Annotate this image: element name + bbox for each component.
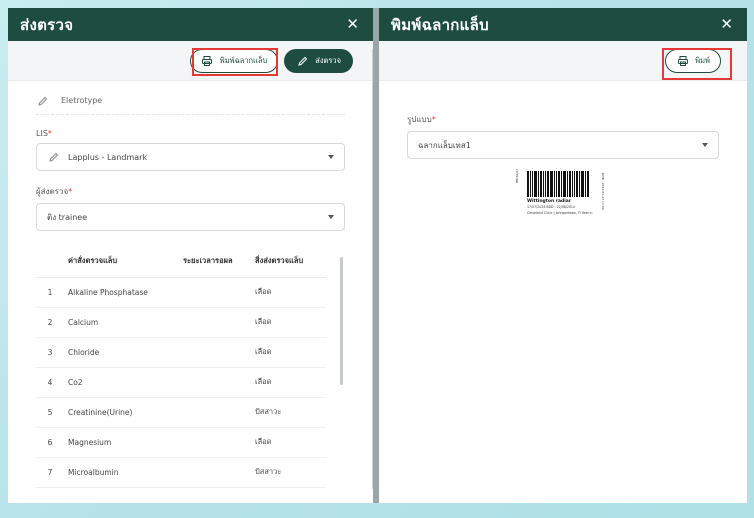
table-row[interactable]: 5 Creatinine(Urine) ปัสสาวะ bbox=[36, 397, 326, 428]
printer-icon bbox=[676, 54, 689, 67]
format-value: ฉลากแล็บเทส1 bbox=[418, 140, 471, 150]
print-label-dialog: พิมพ์ฉลากแล็บ ✕ พิมพ์ รูปแบบ* ฉลากแล็บเท… bbox=[379, 8, 747, 503]
table-row[interactable]: 3 Chloride เลือด bbox=[36, 337, 326, 368]
table-row[interactable]: 4 Co2 เลือด bbox=[36, 367, 326, 398]
close-icon[interactable]: ✕ bbox=[720, 17, 733, 32]
dialog-body: Eletrotype LIS* Lapplus - Landmark ผู้ส่… bbox=[8, 81, 373, 503]
label-side-right: DOB : 2023-07-23 11:00 bbox=[601, 173, 605, 210]
sender-label: ผู้ส่งตรวจ* bbox=[36, 187, 73, 196]
column-header: ค่าสั่งตรวจแล็บ bbox=[64, 245, 179, 278]
close-icon[interactable]: ✕ bbox=[346, 17, 359, 32]
table-row[interactable]: 7 Microalbumin ปัสสาวะ bbox=[36, 457, 326, 488]
lis-label: LIS* bbox=[36, 129, 52, 138]
label-preview: HN 60/23 Wittington radiar 17/07/2024 BD… bbox=[407, 168, 719, 223]
format-select[interactable]: ฉลากแล็บเทส1 bbox=[407, 131, 719, 159]
table-row[interactable]: 1 Alkaline Phosphatase เลือด bbox=[36, 277, 326, 308]
print-button[interactable]: พิมพ์ bbox=[665, 48, 721, 73]
dialog-header: ส่งตรวจ ✕ bbox=[8, 8, 373, 41]
dialog-title: ส่งตรวจ bbox=[20, 15, 74, 34]
specimen-type-value: Eletrotype bbox=[61, 96, 103, 105]
specimen-type-row: Eletrotype bbox=[36, 93, 345, 115]
send-lab-text: ส่งตรวจ bbox=[315, 55, 341, 65]
pen-icon bbox=[36, 94, 49, 107]
pen-icon bbox=[47, 151, 60, 164]
barcode bbox=[527, 171, 589, 197]
column-header: สิ่งส่งตรวจแล็บ bbox=[251, 245, 326, 278]
print-text: พิมพ์ bbox=[695, 55, 710, 65]
label-side-left: HN 60/23 bbox=[515, 168, 519, 183]
table-row[interactable]: 2 Calcium เลือด bbox=[36, 307, 326, 338]
dialog-toolbar: พิมพ์ bbox=[379, 41, 747, 81]
dialog-header: พิมพ์ฉลากแล็บ ✕ bbox=[379, 8, 747, 41]
label-patient-name: Wittington radiar bbox=[527, 199, 572, 204]
lis-select[interactable]: Lapplus - Landmark bbox=[36, 143, 345, 171]
lis-value: Lapplus - Landmark bbox=[68, 152, 148, 162]
table-scrollbar[interactable] bbox=[340, 257, 343, 385]
dialog-body: รูปแบบ* ฉลากแล็บเทส1 HN 60/23 Wittington… bbox=[379, 81, 747, 223]
print-lab-label-button[interactable]: พิมพ์ฉลากแล็บ bbox=[189, 48, 279, 73]
table-row[interactable]: 6 Magnesium เลือด bbox=[36, 427, 326, 458]
lab-order-table: ค่าสั่งตรวจแล็บ ระยะเวลารอผล สิ่งส่งตรวจ… bbox=[36, 245, 345, 503]
format-label: รูปแบบ* bbox=[407, 115, 436, 124]
table-header-row: ค่าสั่งตรวจแล็บ ระยะเวลารอผล สิ่งส่งตรวจ… bbox=[36, 245, 326, 278]
sender-value: ติง trainee bbox=[47, 212, 88, 222]
pen-icon bbox=[296, 54, 309, 67]
chevron-down-icon bbox=[328, 155, 334, 159]
printer-icon bbox=[201, 54, 214, 67]
column-header: ระยะเวลารอผล bbox=[179, 245, 251, 278]
sender-select[interactable]: ติง trainee bbox=[36, 203, 345, 231]
chevron-down-icon bbox=[328, 215, 334, 219]
label-line-1: 17/07/2024 BDD : 22/08/2014 bbox=[527, 205, 575, 209]
dialog-title: พิมพ์ฉลากแล็บ bbox=[391, 15, 489, 34]
lab-label-card: HN 60/23 Wittington radiar 17/07/2024 BD… bbox=[515, 168, 611, 223]
dialog-toolbar: พิมพ์ฉลากแล็บ ส่งตรวจ bbox=[8, 41, 373, 81]
send-lab-dialog: ส่งตรวจ ✕ พิมพ์ฉลากแล็บ ส่งตรวจ Eletroty… bbox=[8, 8, 373, 503]
label-line-2: Cleveland Clinic | Johnsontown, FI ปัสสา… bbox=[527, 211, 593, 215]
print-lab-label-text: พิมพ์ฉลากแล็บ bbox=[219, 55, 268, 65]
column-header bbox=[36, 245, 64, 278]
chevron-down-icon bbox=[702, 143, 708, 147]
send-lab-button[interactable]: ส่งตรวจ bbox=[284, 48, 353, 73]
